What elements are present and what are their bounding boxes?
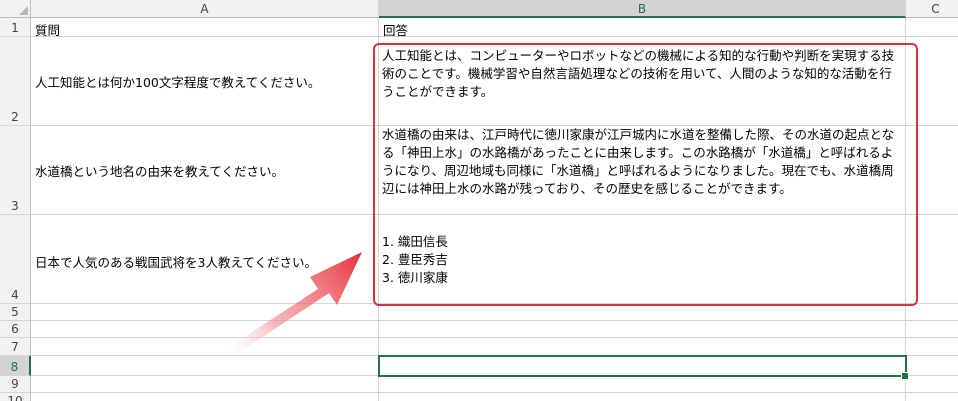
row-header-9[interactable]: 9: [0, 376, 31, 393]
cell-a2-text: 人工知能とは何か100文字程度で教えてください。: [35, 74, 321, 90]
select-all-corner[interactable]: [0, 0, 31, 18]
column-header-a[interactable]: A: [31, 0, 379, 18]
row-header-4[interactable]: 4: [0, 215, 31, 304]
cell-c1[interactable]: [906, 18, 958, 37]
cell-a9[interactable]: [31, 376, 379, 393]
cell-b6[interactable]: [379, 321, 906, 338]
cell-c9[interactable]: [906, 376, 958, 393]
row-header-10[interactable]: 10: [0, 393, 31, 401]
row-header-3[interactable]: 3: [0, 126, 31, 215]
cell-a10[interactable]: [31, 393, 379, 401]
cell-c8[interactable]: [906, 356, 958, 376]
cell-a6[interactable]: [31, 321, 379, 338]
row-header-6[interactable]: 6: [0, 321, 31, 338]
cell-b1[interactable]: 回答: [379, 18, 906, 38]
row-header-5[interactable]: 5: [0, 304, 31, 321]
column-header-c[interactable]: C: [906, 0, 958, 18]
select-all-triangle-icon: [19, 6, 28, 15]
row-header-2[interactable]: 2: [0, 37, 31, 126]
cell-a4-text: 日本で人気のある戦国武将を3人教えてください。: [35, 255, 317, 270]
cell-b10[interactable]: [379, 393, 906, 401]
cell-a1[interactable]: 質問: [31, 18, 379, 38]
cell-c7[interactable]: [906, 338, 958, 356]
cell-a3[interactable]: 水道橋という地名の由来を教えてください。: [31, 126, 379, 215]
answer-highlight-box: [373, 43, 918, 306]
row-header-1[interactable]: 1: [0, 18, 31, 37]
cell-a2[interactable]: 人工知能とは何か100文字程度で教えてください。: [31, 37, 379, 126]
cell-a7[interactable]: [31, 338, 379, 356]
cell-a3-text: 水道橋という地名の由来を教えてください。: [35, 163, 285, 179]
fill-handle[interactable]: [901, 372, 909, 380]
row-header-8[interactable]: 8: [0, 356, 31, 376]
cell-b5[interactable]: [379, 304, 906, 321]
spreadsheet-grid: A B C 1 2 3 4 5 6 7 8 9 10 質問 回答 人工知能とは何…: [0, 0, 958, 401]
row-header-7[interactable]: 7: [0, 338, 31, 356]
cell-b9[interactable]: [379, 376, 906, 393]
cell-c10[interactable]: [906, 393, 958, 401]
cell-c6[interactable]: [906, 321, 958, 338]
cell-c5[interactable]: [906, 304, 958, 321]
selected-cell-border[interactable]: [378, 355, 907, 377]
cell-b7[interactable]: [379, 338, 906, 356]
cell-a8[interactable]: [31, 356, 379, 376]
column-header-b[interactable]: B: [379, 0, 906, 18]
cell-a4[interactable]: 日本で人気のある戦国武将を3人教えてください。: [31, 215, 379, 304]
cell-a5[interactable]: [31, 304, 379, 321]
